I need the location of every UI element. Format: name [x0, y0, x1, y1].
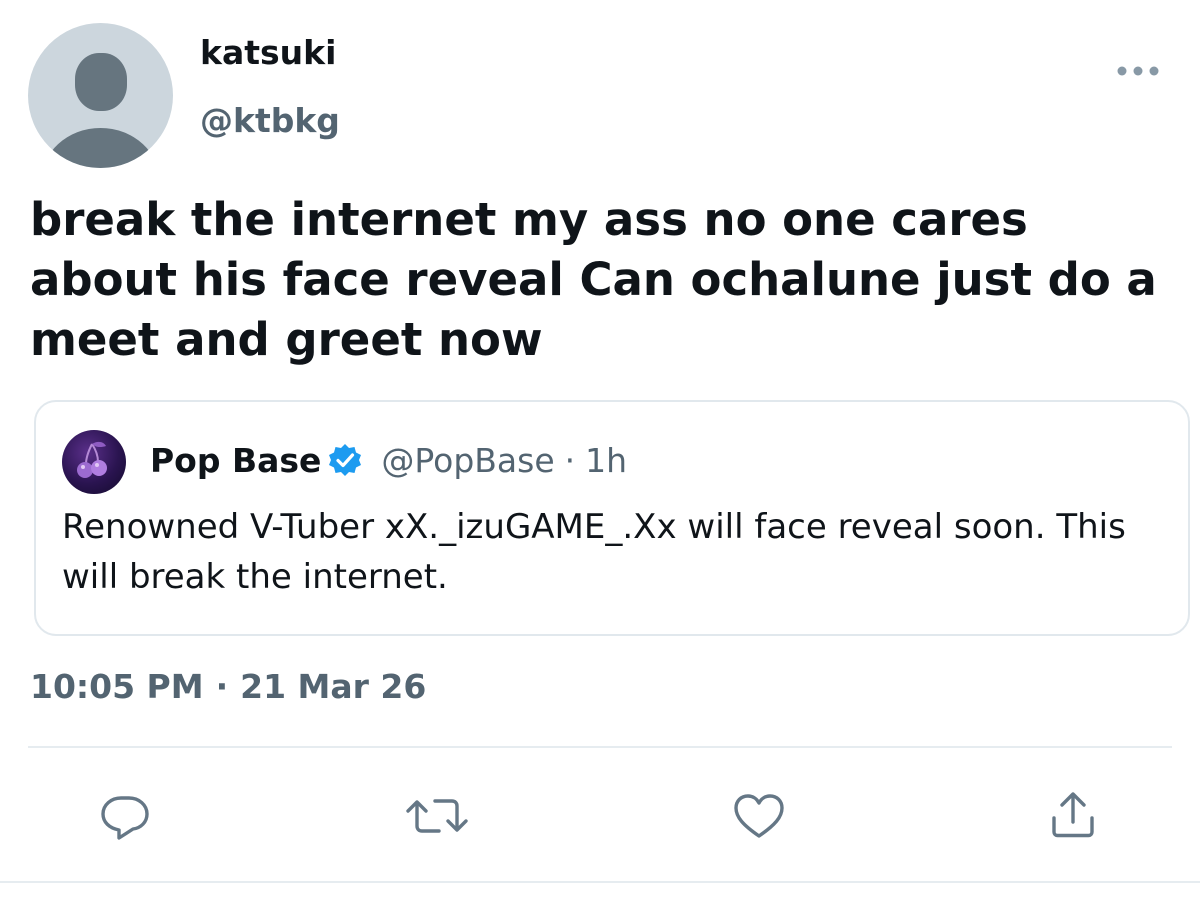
share-icon — [1052, 792, 1094, 838]
retweet-icon — [406, 799, 468, 833]
quoted-handle[interactable]: @PopBase — [381, 444, 554, 477]
quoted-avatar[interactable] — [62, 430, 126, 494]
author-handle[interactable]: @ktbkg — [200, 104, 340, 137]
author-display-name[interactable]: katsuki — [200, 36, 336, 69]
quoted-separator: · — [564, 440, 576, 480]
default-avatar-icon — [42, 53, 159, 168]
share-button[interactable] — [1045, 788, 1101, 844]
reply-icon — [101, 796, 149, 840]
meta-separator: · — [215, 667, 229, 706]
quoted-display-name[interactable]: Pop Base — [150, 444, 321, 477]
retweet-button[interactable] — [405, 788, 468, 844]
tweet-date: 21 Mar 26 — [240, 667, 427, 706]
divider — [28, 746, 1172, 748]
divider — [0, 881, 1200, 883]
heart-icon — [734, 794, 784, 838]
quoted-tweet-card[interactable]: Pop Base @PopBase · 1h Renowned V-Tuber … — [34, 400, 1190, 636]
like-button[interactable] — [731, 788, 787, 844]
reply-button[interactable] — [97, 788, 153, 844]
tweet-timestamp[interactable]: 10:05 PM · 21 Mar 26 — [30, 670, 426, 703]
more-options-button[interactable] — [1112, 56, 1164, 86]
tweet-text: break the internet my ass no one cares a… — [30, 193, 1157, 366]
quoted-time[interactable]: 1h — [585, 444, 627, 477]
author-avatar[interactable] — [28, 23, 173, 168]
tweet-time: 10:05 PM — [30, 667, 204, 706]
more-icon — [1117, 66, 1159, 76]
quoted-text: Renowned V-Tuber xX._izuGAME_.Xx will fa… — [62, 507, 1126, 597]
verified-badge-icon — [327, 442, 363, 478]
cherry-logo-icon — [77, 441, 107, 478]
quoted-header: Pop Base @PopBase · 1h — [150, 442, 627, 478]
